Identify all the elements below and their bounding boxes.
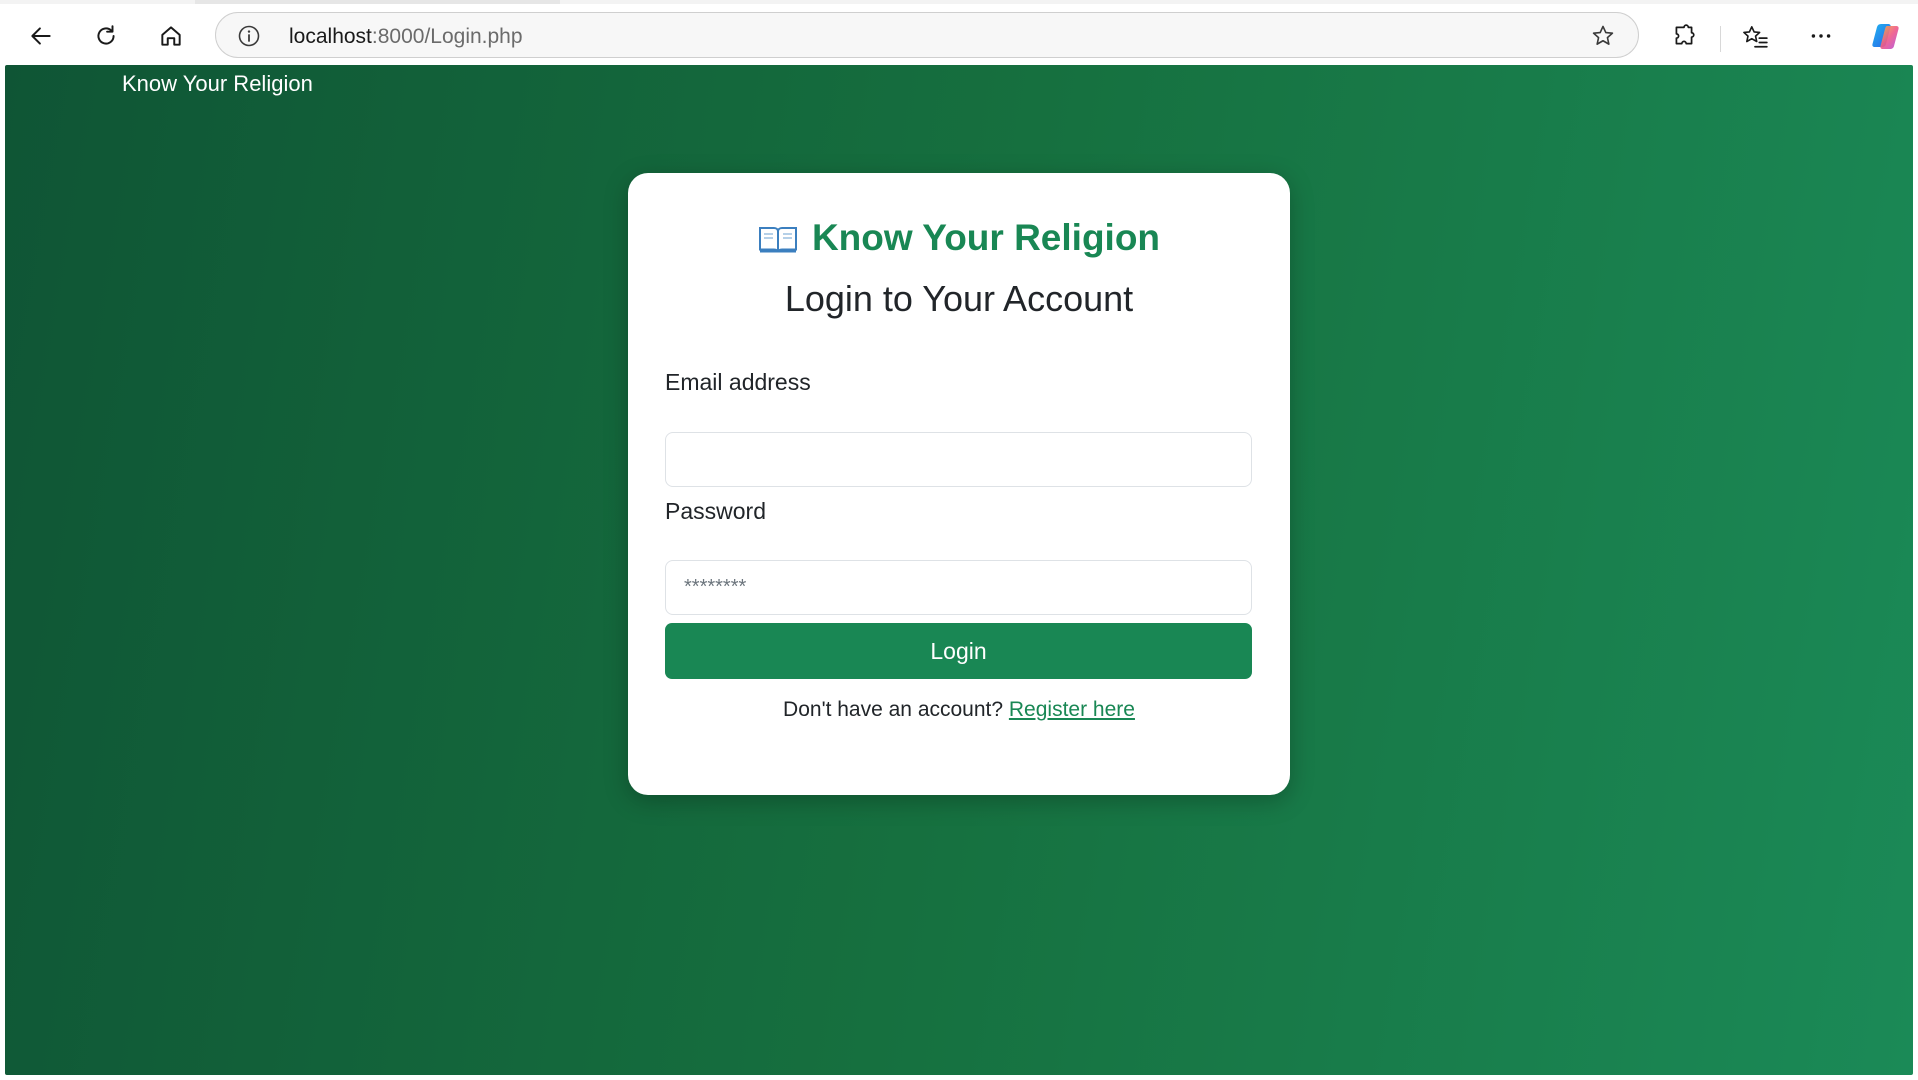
register-line: Don't have an account? Register here [628, 698, 1290, 722]
reload-button[interactable] [86, 16, 126, 56]
password-field[interactable] [665, 560, 1252, 615]
home-button[interactable] [151, 16, 191, 56]
more-icon [1808, 23, 1834, 49]
home-icon [158, 23, 184, 49]
favorites-button[interactable] [1735, 16, 1775, 56]
address-bar[interactable]: localhost:8000/Login.php [215, 12, 1639, 58]
back-arrow-icon [28, 23, 54, 49]
password-label: Password [665, 498, 766, 524]
login-card: Know Your Religion Login to Your Account… [628, 173, 1290, 795]
page-viewport: Know Your Religion Know Your Religion Lo… [5, 65, 1913, 1075]
url-host: localhost [289, 25, 372, 48]
email-label: Email address [665, 369, 811, 395]
reload-icon [93, 23, 119, 49]
url-text[interactable]: localhost:8000/Login.php [289, 25, 523, 49]
card-brand: Know Your Religion [628, 217, 1290, 263]
toolbar-separator [1720, 26, 1721, 52]
navbar-brand[interactable]: Know Your Religion [122, 71, 313, 97]
url-path: :8000/Login.php [371, 25, 523, 48]
puzzle-icon [1671, 23, 1697, 49]
register-prompt: Don't have an account? [783, 698, 1004, 721]
more-button[interactable] [1801, 16, 1841, 56]
copilot-icon [1870, 20, 1902, 52]
register-link[interactable]: Register here [1009, 698, 1135, 721]
back-button[interactable] [21, 16, 61, 56]
info-icon[interactable] [236, 23, 262, 49]
page-title: Login to Your Account [784, 278, 1134, 319]
login-button[interactable]: Login [665, 623, 1252, 679]
browser-toolbar: localhost:8000/Login.php [0, 4, 1918, 67]
card-brand-text: Know Your Religion [811, 217, 1161, 258]
book-icon [758, 221, 798, 263]
window-bottom-edge [0, 1075, 1918, 1080]
email-field[interactable] [665, 432, 1252, 487]
favorites-icon [1741, 23, 1769, 49]
star-icon[interactable] [1590, 23, 1616, 49]
copilot-button[interactable] [1866, 16, 1906, 56]
extensions-button[interactable] [1664, 16, 1704, 56]
